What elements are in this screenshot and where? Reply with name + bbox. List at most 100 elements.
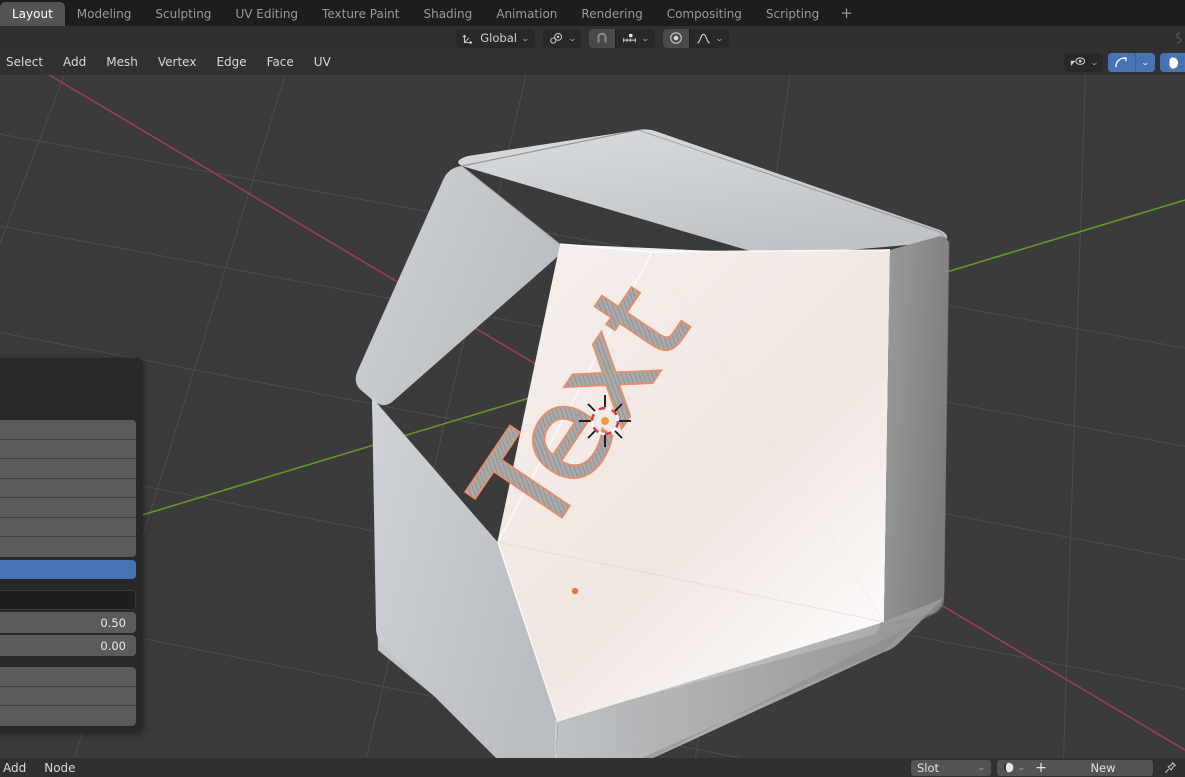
tab-label: Scripting <box>765 7 820 21</box>
transform-orientation-value: Global <box>480 31 517 45</box>
chevron-down-icon: ⌄ <box>976 763 987 772</box>
chevron-down-icon: ⌄ <box>567 33 577 43</box>
eye-visibility-icon <box>1070 56 1086 69</box>
shader-editor-header: Add Node Slot ⌄ ⌄ + New <box>0 758 1185 777</box>
tab-label: Layout <box>12 7 53 21</box>
operator-row[interactable] <box>0 537 136 557</box>
material-add-button[interactable]: + <box>1029 760 1053 776</box>
viewport-menu-edge[interactable]: Edge <box>206 50 256 75</box>
tab-label: Rendering <box>581 7 643 21</box>
material-browse-button[interactable]: ⌄ <box>997 760 1029 776</box>
viewport-menu-add[interactable]: Add <box>53 50 96 75</box>
gizmo-icon <box>1114 56 1129 69</box>
tab-modeling[interactable]: Modeling <box>65 2 144 26</box>
visibility-dropdown[interactable]: ⌄ <box>1063 53 1104 72</box>
tab-label: Texture Paint <box>322 7 400 21</box>
snap-target-dropdown[interactable]: ⌄ <box>615 28 656 48</box>
tab-shading[interactable]: Shading <box>411 2 484 26</box>
chevron-down-icon: ⌄ <box>1016 763 1026 772</box>
operator-row[interactable] <box>0 459 136 479</box>
material-slot-dropdown[interactable]: Slot ⌄ <box>911 759 991 776</box>
transform-orientation-group: Global ⌄ <box>456 28 535 48</box>
tab-compositing[interactable]: Compositing <box>655 2 754 26</box>
material-slot-value: Slot <box>917 760 940 775</box>
tab-layout[interactable]: Layout <box>0 2 65 26</box>
shading-mode-group <box>1160 53 1185 72</box>
chevron-down-icon: ⌄ <box>1140 58 1151 67</box>
workspace-tabs: Layout Modeling Sculpting UV Editing Tex… <box>0 0 862 26</box>
pin-icon <box>1164 761 1177 774</box>
shader-header-right: Slot ⌄ ⌄ + New <box>911 759 1185 776</box>
tab-label: Modeling <box>76 7 132 21</box>
proportional-edit-toggle[interactable] <box>663 28 690 48</box>
transform-orientation-dropdown[interactable]: Global ⌄ <box>456 28 535 48</box>
operator-row[interactable] <box>0 478 136 498</box>
operator-vector-component[interactable]: 00 <box>0 686 136 707</box>
gizmo-toggle[interactable] <box>1108 53 1136 72</box>
proportional-falloff-dropdown[interactable]: ⌄ <box>689 28 729 48</box>
tab-scripting[interactable]: Scripting <box>754 2 831 26</box>
operator-row-selected[interactable] <box>0 559 136 579</box>
tab-sculpting[interactable]: Sculpting <box>143 2 223 26</box>
viewport-header-right: ⌄ ⌄ <box>1063 50 1185 75</box>
overflow-glyph-icon <box>1173 31 1183 45</box>
object-origin-dot <box>571 587 579 595</box>
viewport-menu-mesh[interactable]: Mesh <box>96 50 148 75</box>
shader-menu-node[interactable]: Node <box>35 761 84 775</box>
tab-rendering[interactable]: Rendering <box>569 2 654 26</box>
viewport-header: Select Add Mesh Vertex Edge Face UV ⌄ ⌄ <box>0 50 1185 75</box>
material-preview-shading-icon <box>1165 56 1180 70</box>
tab-label: Compositing <box>666 7 742 21</box>
viewport-menu-select[interactable]: Select <box>0 50 53 75</box>
proportional-editing-group: ⌄ <box>663 28 729 48</box>
operator-row[interactable] <box>0 517 136 537</box>
operator-vector-component[interactable]: 00 <box>0 706 136 726</box>
proportional-edit-icon <box>669 31 683 45</box>
snapping-group: ⌄ <box>589 28 656 48</box>
operator-rows <box>0 420 143 579</box>
viewport-3d[interactable]: Text <box>0 50 1185 758</box>
chevron-down-icon: ⌄ <box>520 33 530 43</box>
operator-row[interactable] <box>0 420 136 440</box>
chevron-down-icon: ⌄ <box>714 33 725 43</box>
operator-text-field[interactable] <box>0 590 136 610</box>
tab-texture-paint[interactable]: Texture Paint <box>310 2 411 26</box>
pivot-point-icon <box>549 32 564 45</box>
viewport-menu-vertex[interactable]: Vertex <box>148 50 207 75</box>
chevron-down-icon: ⌄ <box>641 33 651 43</box>
operator-number-field[interactable]: 0.00 <box>0 635 136 656</box>
operator-vector-field: 00 00 00 <box>0 667 136 726</box>
gizmo-dropdown[interactable]: ⌄ <box>1135 53 1155 72</box>
tab-animation[interactable]: Animation <box>484 2 569 26</box>
viewport-canvas: Text <box>0 50 1185 758</box>
shading-mode-material-preview[interactable] <box>1160 53 1185 72</box>
tab-label: Shading <box>423 7 473 21</box>
pivot-point-group: ⌄ <box>542 28 582 48</box>
gizmo-group: ⌄ <box>1108 53 1155 72</box>
viewport-menu-uv[interactable]: UV <box>304 50 341 75</box>
tab-label: Animation <box>496 7 558 21</box>
pin-button[interactable] <box>1159 761 1181 774</box>
operator-row[interactable] <box>0 498 136 518</box>
viewport-menu-face[interactable]: Face <box>257 50 304 75</box>
add-workspace-button[interactable]: + <box>831 2 862 26</box>
material-browse-icon <box>1002 761 1015 774</box>
tab-label: Sculpting <box>155 7 212 21</box>
material-new-button[interactable]: New <box>1053 760 1153 776</box>
tab-uv-editing[interactable]: UV Editing <box>223 2 310 26</box>
material-datablock-group: ⌄ + New <box>997 759 1153 776</box>
operator-number-field[interactable]: 0.50 <box>0 612 136 633</box>
operator-redo-panel[interactable]: 0.50 0.00 00 00 00 <box>0 358 143 732</box>
topbar: Layout Modeling Sculpting UV Editing Tex… <box>0 0 1185 26</box>
shader-menu-add[interactable]: Add <box>0 761 35 775</box>
pivot-point-dropdown[interactable]: ⌄ <box>542 28 582 48</box>
tab-label: UV Editing <box>235 7 299 21</box>
chevron-down-icon: ⌄ <box>1089 58 1099 67</box>
operator-vector-component[interactable]: 00 <box>0 667 136 687</box>
viewport-menus: Select Add Mesh Vertex Edge Face UV <box>0 50 341 75</box>
snap-toggle-button[interactable] <box>589 28 616 48</box>
smooth-falloff-icon <box>696 32 711 45</box>
snap-increment-icon <box>622 32 637 45</box>
operator-panel-header[interactable] <box>0 358 143 420</box>
operator-row[interactable] <box>0 439 136 459</box>
